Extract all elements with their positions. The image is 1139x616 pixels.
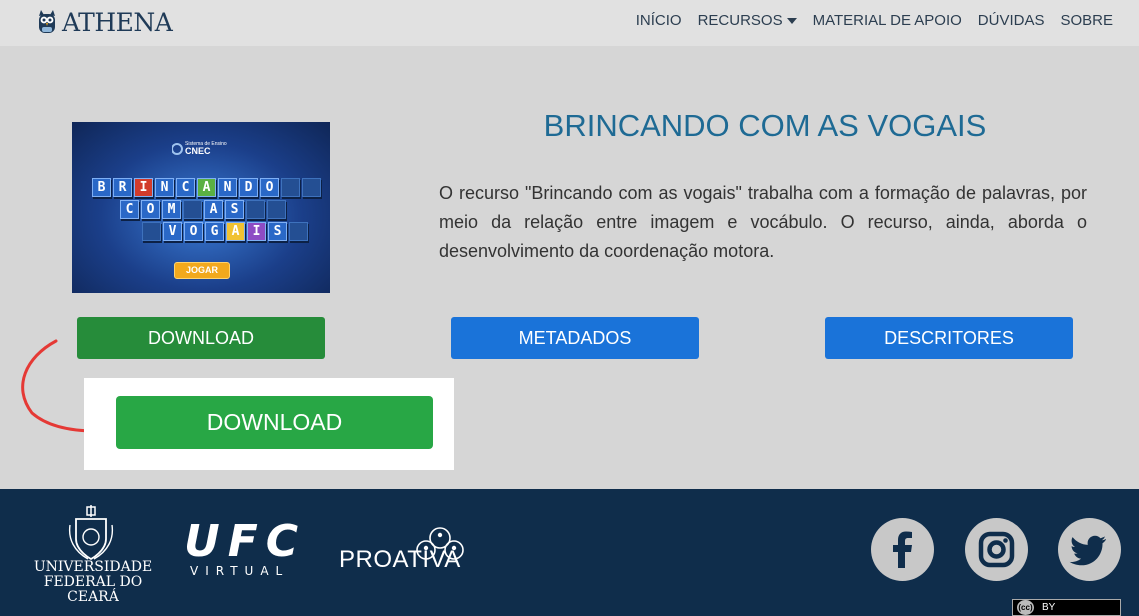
univ-line-1: UNIVERSIDADE <box>33 559 153 575</box>
brand-logo[interactable]: ATHENA <box>36 6 173 38</box>
tile-letter <box>281 178 300 197</box>
cc-license-badge[interactable]: (cc) BY <box>1012 599 1121 616</box>
tile-letter: I <box>247 222 266 241</box>
highlighted-download-button[interactable]: DOWNLOAD <box>116 396 433 449</box>
nav-label: SOBRE <box>1060 12 1113 29</box>
tile-letter: A <box>197 178 216 197</box>
download-button[interactable]: DOWNLOAD <box>77 317 325 359</box>
tile-letter: N <box>155 178 174 197</box>
caret-down-icon <box>786 17 797 24</box>
nav-inicio[interactable]: INÍCIO <box>636 12 682 29</box>
tile-letter: A <box>204 200 223 219</box>
nav-sobre[interactable]: SOBRE <box>1060 12 1113 29</box>
resource-title: BRINCANDO COM AS VOGAIS <box>543 108 987 143</box>
tiles-word-2: C O M A S <box>120 200 288 219</box>
nav-recursos-dropdown[interactable]: RECURSOS <box>698 12 797 29</box>
tile-letter: C <box>120 200 139 219</box>
tile-letter: I <box>134 178 153 197</box>
tile-letter <box>267 200 286 219</box>
facebook-link[interactable] <box>871 518 934 581</box>
main-nav: INÍCIO RECURSOS MATERIAL DE APOIO DÚVIDA… <box>620 12 1113 29</box>
ufc-virtual-mark: UFC <box>184 516 307 567</box>
ufc-university-name: UNIVERSIDADE FEDERAL DO CEARÁ <box>30 560 156 605</box>
navbar: ATHENA INÍCIO RECURSOS MATERIAL DE APOIO… <box>0 0 1139 46</box>
resource-description: O recurso "Brincando com as vogais" trab… <box>439 183 1087 261</box>
tile-letter: C <box>176 178 195 197</box>
nav-label: DÚVIDAS <box>977 12 1045 29</box>
tile-letter: D <box>239 178 258 197</box>
owl-icon <box>39 10 55 33</box>
facebook-icon <box>893 531 912 568</box>
tile-letter: M <box>162 200 181 219</box>
nav-material-de-apoio[interactable]: MATERIAL DE APOIO <box>813 12 962 29</box>
metadata-button[interactable]: METADADOS <box>451 317 699 359</box>
tile-letter <box>289 222 308 241</box>
nav-duvidas[interactable]: DÚVIDAS <box>978 12 1045 29</box>
tile-letter: S <box>225 200 244 219</box>
tile-letter: A <box>226 222 245 241</box>
tile-letter: O <box>260 178 279 197</box>
nav-label: INÍCIO <box>635 12 682 29</box>
univ-line-2: FEDERAL DO CEARÁ <box>43 574 143 605</box>
tile-letter: S <box>268 222 287 241</box>
tile-letter: O <box>141 200 160 219</box>
tile-letter: R <box>113 178 132 197</box>
cc-license-label: BY <box>1042 602 1056 613</box>
tiles-word-3: V O G A I S <box>142 222 310 241</box>
tile-letter: N <box>218 178 237 197</box>
nav-label: MATERIAL DE APOIO <box>812 12 962 29</box>
brand-name: ATHENA <box>62 7 173 37</box>
cnec-brand-name: CNEC <box>185 146 211 156</box>
tile-letter <box>246 200 265 219</box>
resource-thumbnail: Sistema de Ensino CNEC B R I N C A N D O… <box>72 122 330 293</box>
tile-letter <box>302 178 321 197</box>
tiles-word-1: B R I N C A N D O <box>92 178 323 197</box>
tile-letter: B <box>92 178 111 197</box>
tile-letter: O <box>184 222 203 241</box>
creative-commons-icon: (cc) <box>1017 600 1034 615</box>
proativa-logo[interactable]: PROATIVA <box>339 546 461 574</box>
tile-letter <box>142 222 161 241</box>
cnec-logo: Sistema de Ensino CNEC <box>172 141 227 156</box>
twitter-icon <box>1069 535 1106 566</box>
thumbnail-play-label: JOGAR <box>174 262 230 279</box>
ufc-crest-logo[interactable] <box>68 505 114 563</box>
twitter-link[interactable] <box>1058 518 1121 581</box>
tile-letter <box>183 200 202 219</box>
descriptors-button[interactable]: DESCRITORES <box>825 317 1073 359</box>
nav-label: RECURSOS <box>697 12 783 29</box>
tile-letter: V <box>163 222 182 241</box>
tile-letter: G <box>205 222 224 241</box>
ufc-virtual-logo[interactable]: UFC VIRTUAL <box>184 516 310 579</box>
instagram-icon <box>978 531 1015 568</box>
instagram-link[interactable] <box>965 518 1028 581</box>
